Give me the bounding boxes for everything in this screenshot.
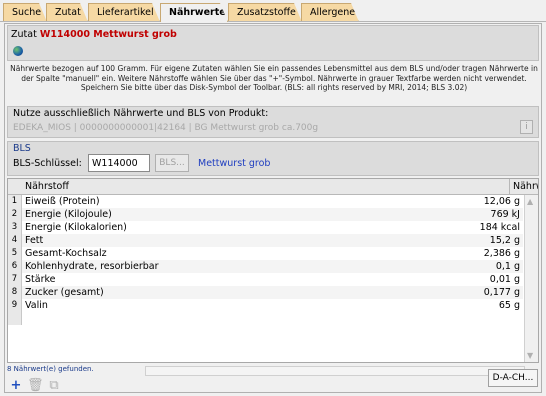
- row-number: 2: [8, 208, 22, 221]
- tab-naehrwerte[interactable]: Nährwerte: [160, 3, 228, 22]
- bls-key-input[interactable]: [88, 154, 150, 172]
- row-number: 5: [8, 247, 22, 260]
- dach-button[interactable]: D-A-CH...: [488, 369, 538, 387]
- tab-lieferartikel[interactable]: Lieferartikel: [88, 3, 160, 22]
- table-header: Nährstoff Nährwert: [8, 179, 538, 195]
- table-row[interactable]: 7 Stärke 0,01 g: [8, 273, 523, 286]
- row-number: 4: [8, 234, 22, 247]
- bls-title: BLS: [13, 143, 31, 154]
- row-number: 9: [8, 299, 22, 312]
- nutrient-name: Eiweiß (Protein): [25, 196, 100, 207]
- row-number: 3: [8, 221, 22, 234]
- tab-divider: [0, 21, 546, 22]
- table-row[interactable]: 3 Energie (Kilokalorien) 184 kcal: [8, 221, 523, 234]
- row-number: 8: [8, 286, 22, 299]
- zutat-title: Zutat W114000 Mettwurst grob: [11, 29, 177, 40]
- produkt-box: Nutze ausschließlich Nährwerte und BLS v…: [7, 106, 539, 138]
- nutrient-value[interactable]: 12,06 g: [484, 195, 520, 208]
- tab-bar: Suche Zutat Lieferartikel Nährwerte Zusa…: [0, 0, 546, 22]
- nutrient-value[interactable]: 0,177 g: [484, 286, 520, 299]
- tab-zutat[interactable]: Zutat: [46, 3, 88, 22]
- table-row[interactable]: 9 Valin 65 g: [8, 299, 523, 312]
- globe-icon[interactable]: [13, 46, 23, 56]
- zutat-name: W114000 Mettwurst grob: [39, 29, 177, 40]
- nutrient-name: Energie (Kilokalorien): [25, 222, 127, 233]
- tab-suche[interactable]: Suche: [3, 3, 47, 22]
- bls-box: BLS BLS-Schlüssel: BLS... Mettwurst grob: [7, 141, 539, 176]
- zutat-header: Zutat W114000 Mettwurst grob: [7, 25, 539, 61]
- nutrient-value[interactable]: 65 g: [499, 299, 520, 312]
- nutrient-value[interactable]: 2,386 g: [484, 247, 520, 260]
- naehrwerte-table: Nährstoff Nährwert 1Eiweiß (Protein) 12,0…: [7, 178, 539, 363]
- produkt-title: Nutze ausschließlich Nährwerte und BLS v…: [13, 108, 269, 119]
- table-row[interactable]: 5 Gesamt-Kochsalz 2,386 g: [8, 247, 523, 260]
- table-row[interactable]: 4 Fett 15,2 g: [8, 234, 523, 247]
- nutrient-value[interactable]: 15,2 g: [490, 234, 520, 247]
- nutrient-value[interactable]: 769 kJ: [491, 208, 520, 221]
- nutrient-name: Stärke: [25, 274, 56, 285]
- col-naehrstoff[interactable]: Nährstoff: [25, 181, 69, 192]
- info-icon[interactable]: i: [520, 120, 533, 134]
- nutrient-name: Fett: [25, 235, 44, 246]
- tab-zusatzstoffe[interactable]: Zusatzstoffe: [228, 3, 302, 22]
- zutat-label: Zutat: [11, 29, 37, 40]
- col-naehrwert[interactable]: Nährwert: [513, 181, 538, 192]
- row-number: 6: [8, 260, 22, 273]
- naehrwerte-panel: Zutat W114000 Mettwurst grob Nährwerte b…: [4, 23, 542, 393]
- nutrient-value[interactable]: 0,01 g: [490, 273, 520, 286]
- table-row[interactable]: 6 Kohlenhydrate, resorbierbar 0,1 g: [8, 260, 523, 273]
- table-row-empty[interactable]: [8, 312, 523, 325]
- table-row[interactable]: 1 Eiweiß (Protein) 12,06 g: [8, 195, 523, 208]
- nutrient-value[interactable]: 184 kcal: [480, 221, 520, 234]
- produkt-value: EDEKA_MIOS | 0000000000001|42164 | BG Me…: [13, 123, 319, 133]
- nutrient-name: Energie (Kilojoule): [25, 209, 112, 220]
- tab-allergene[interactable]: Allergene: [301, 3, 359, 22]
- scroll-up-icon[interactable]: ▲: [527, 197, 533, 206]
- nutrient-name: Valin: [25, 300, 48, 311]
- add-icon[interactable]: +: [9, 379, 23, 393]
- row-number: 1: [8, 195, 22, 208]
- column-divider: [509, 179, 510, 195]
- scroll-down-icon[interactable]: ▼: [527, 351, 533, 360]
- nutrient-name: Gesamt-Kochsalz: [25, 248, 107, 259]
- row-number-empty: [8, 312, 22, 325]
- table-row[interactable]: 8 Zucker (gesamt) 0,177 g: [8, 286, 523, 299]
- nutrient-value[interactable]: 0,1 g: [496, 260, 520, 273]
- table-row[interactable]: 2 Energie (Kilojoule) 769 kJ: [8, 208, 523, 221]
- row-number: 7: [8, 273, 22, 286]
- delete-icon[interactable]: 🗑: [27, 379, 44, 393]
- horizontal-scrollbar[interactable]: [145, 366, 525, 376]
- bls-lookup-button[interactable]: BLS...: [155, 154, 189, 172]
- vertical-scrollbar[interactable]: ▲ ▼: [524, 195, 538, 362]
- copy-icon[interactable]: ⧉: [47, 379, 61, 393]
- nutrient-name: Zucker (gesamt): [25, 287, 104, 298]
- bls-result-link[interactable]: Mettwurst grob: [198, 158, 270, 169]
- bls-key-label: BLS-Schlüssel:: [13, 158, 82, 169]
- info-text: Nährwerte bezogen auf 100 Gramm. Für eig…: [10, 64, 538, 92]
- nutrient-name: Kohlenhydrate, resorbierbar: [25, 261, 159, 272]
